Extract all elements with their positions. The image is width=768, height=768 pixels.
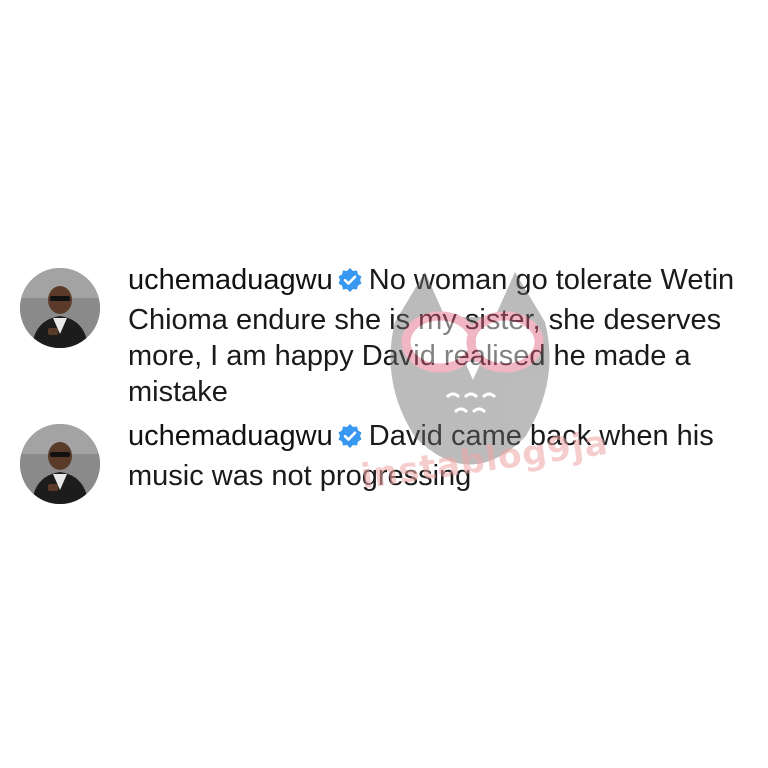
verified-badge-icon [337, 266, 363, 302]
avatar-image [20, 424, 100, 504]
comments-list: uchemaduagwu No woman go tolerate Wetin C… [0, 0, 768, 768]
screenshot-frame: uchemaduagwu No woman go tolerate Wetin C… [0, 0, 768, 768]
verified-badge-icon [337, 422, 363, 458]
comment-item: uchemaduagwu No woman go tolerate Wetin C… [20, 262, 738, 410]
comment-body: uchemaduagwu No woman go tolerate Wetin C… [128, 262, 738, 410]
avatar[interactable] [20, 268, 100, 348]
avatar-image [20, 268, 100, 348]
comment-username[interactable]: uchemaduagwu [128, 264, 333, 296]
avatar[interactable] [20, 424, 100, 504]
comment-username[interactable]: uchemaduagwu [128, 420, 333, 452]
